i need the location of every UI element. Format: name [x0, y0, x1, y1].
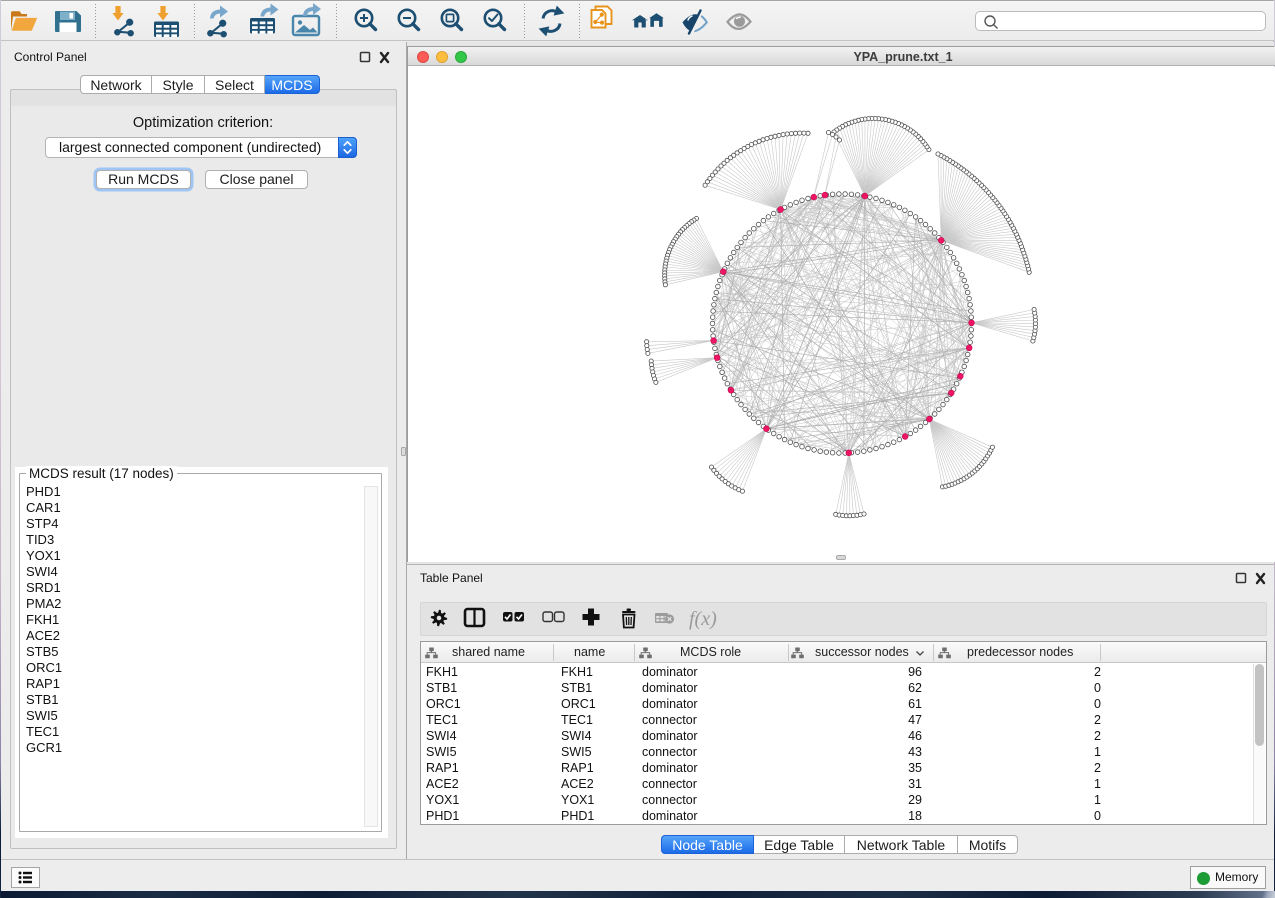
svg-text:f(x): f(x) [689, 608, 717, 630]
